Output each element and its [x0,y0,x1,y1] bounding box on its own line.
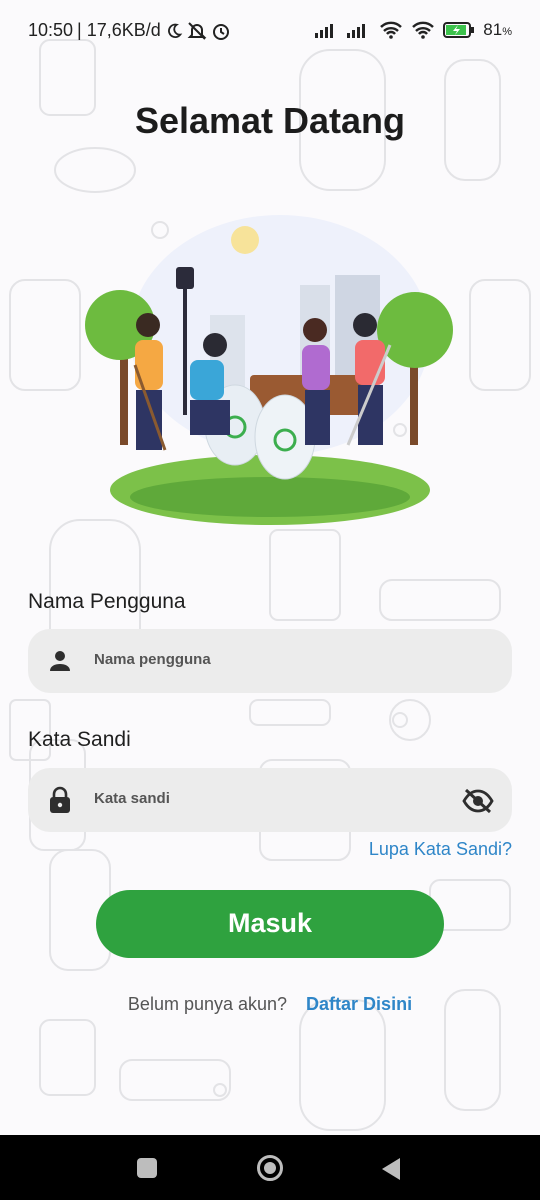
register-row: Belum punya akun? Daftar Disini [0,994,540,1015]
people-cleaning-park-illustration [85,215,453,525]
register-prompt: Belum punya akun? [127,994,288,1014]
background-doodle-pattern [9,39,531,1131]
password-label: Kata Sandi [28,728,131,751]
register-link[interactable]: Daftar Disini [306,994,412,1014]
recent-apps-icon[interactable] [136,1157,158,1179]
login-button[interactable]: Masuk [96,890,444,958]
wifi-icon-2 [412,21,435,39]
username-placeholder: Nama pengguna [94,651,211,668]
alarm-icon [212,23,229,40]
signal-icon [315,24,334,38]
username-label: Nama Pengguna [28,590,186,613]
home-icon[interactable] [256,1154,284,1182]
forgot-password-link[interactable]: Lupa Kata Sandi? [369,839,512,860]
status-network-speed: | 17,6KB/d [77,20,161,40]
lock-icon [50,786,70,813]
person-icon [50,651,70,671]
page-title: Selamat Datang [134,100,406,141]
moon-icon [167,23,183,38]
back-icon[interactable] [380,1157,402,1181]
mute-bell-icon [187,21,207,40]
eye-off-icon[interactable] [462,788,494,814]
battery-level: 81% [483,20,512,39]
username-input[interactable]: Nama pengguna [28,629,512,693]
password-input[interactable]: Kata sandi [28,768,512,832]
battery-charging-icon [443,22,475,38]
password-placeholder: Kata sandi [94,790,170,807]
wifi-icon [380,21,403,39]
signal-icon-2 [347,24,366,38]
navigation-bar [0,1135,540,1200]
status-bar: 10:50 | 17,6KB/d 81% [0,0,540,60]
status-time: 10:50 [28,20,74,40]
